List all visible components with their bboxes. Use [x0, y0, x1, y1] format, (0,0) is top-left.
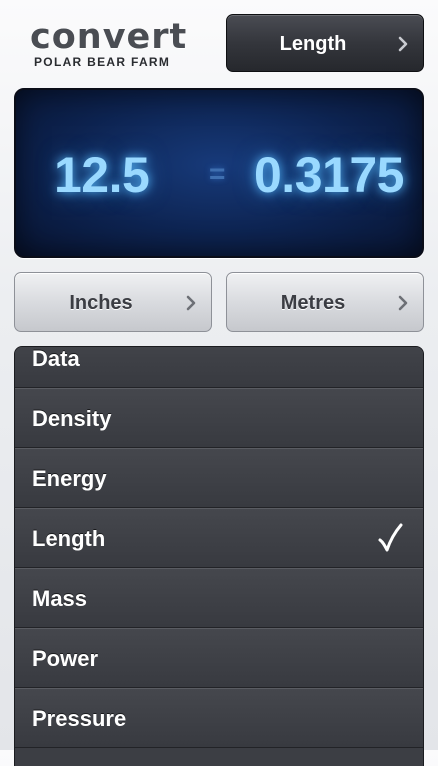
chevron-right-icon: [186, 295, 196, 311]
category-button[interactable]: Length: [226, 14, 424, 72]
to-unit-button[interactable]: Metres: [226, 272, 424, 332]
input-value[interactable]: 12.5: [54, 146, 150, 204]
logo-subtitle: POLAR BEAR FARM: [34, 55, 171, 69]
category-button-label: Length: [279, 33, 347, 55]
list-item-data[interactable]: Data: [15, 346, 423, 388]
from-unit-button[interactable]: Inches: [14, 272, 212, 332]
list-item-label: Mass: [32, 586, 88, 611]
from-unit-label: Inches: [69, 292, 133, 314]
list-item-energy[interactable]: Energy: [15, 448, 423, 508]
list-item-label: Length: [32, 526, 106, 551]
equals-sign: =: [209, 158, 226, 189]
output-value: 0.3175: [254, 147, 404, 203]
chevron-right-icon: [398, 36, 408, 52]
list-item-label: Pressure: [32, 706, 127, 731]
list-item-length[interactable]: Length: [15, 508, 423, 568]
checkmark-icon: [378, 523, 403, 552]
to-unit-label: Metres: [280, 292, 346, 314]
logo-wordmark: convert: [30, 17, 188, 57]
list-item-mass[interactable]: Mass: [15, 568, 423, 628]
list-item-label: Density: [32, 406, 112, 431]
category-list[interactable]: Data Density Energy Length Mass Power Pr…: [14, 346, 424, 766]
list-item-density[interactable]: Density: [15, 388, 423, 448]
app-logo: convert POLAR BEAR FARM: [30, 18, 200, 73]
conversion-display: 12.5 = 0.3175: [14, 88, 424, 258]
list-item-label: Power: [32, 646, 99, 671]
list-item-pressure[interactable]: Pressure: [15, 688, 423, 748]
list-item-label: Data: [32, 346, 80, 371]
list-item-label: Energy: [32, 466, 107, 491]
chevron-right-icon: [398, 295, 408, 311]
list-item-power[interactable]: Power: [15, 628, 423, 688]
